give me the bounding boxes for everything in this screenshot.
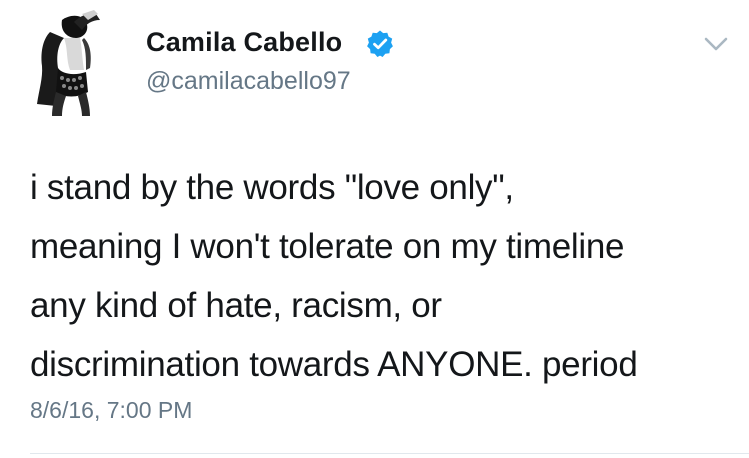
more-options-button[interactable] xyxy=(700,30,732,58)
display-name[interactable]: Camila Cabello xyxy=(146,27,342,58)
avatar[interactable] xyxy=(22,8,112,116)
user-handle[interactable]: @camilacabello97 xyxy=(146,67,351,96)
verified-badge-icon xyxy=(365,29,395,59)
tweet-text: i stand by the words "love only", meanin… xyxy=(30,168,638,384)
chevron-down-icon xyxy=(704,37,728,51)
profile-photo-icon xyxy=(37,10,100,116)
divider xyxy=(30,453,749,454)
tweet-timestamp[interactable]: 8/6/16, 7:00 PM xyxy=(30,397,192,424)
tweet-card: Camila Cabello @camilacabello97 i stand … xyxy=(0,0,749,458)
